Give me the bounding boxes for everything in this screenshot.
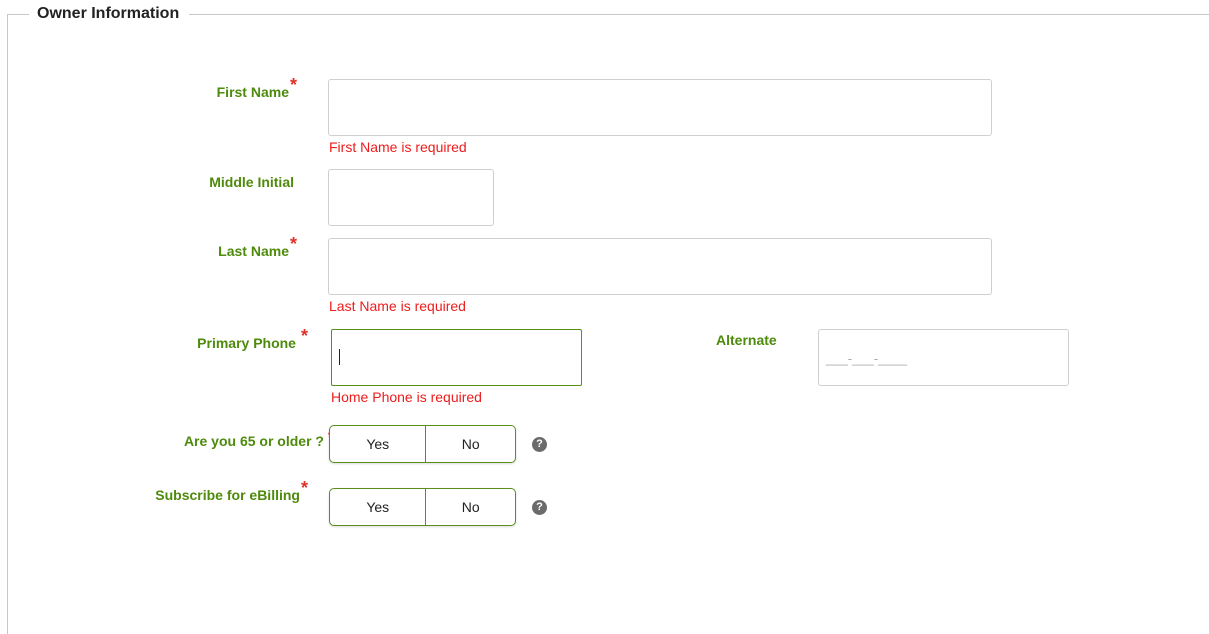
ebilling-toggle: Yes No [329, 488, 516, 526]
required-asterisk: * [300, 326, 308, 346]
ebilling-yes-option[interactable]: Yes [330, 489, 427, 525]
middle-initial-label-text: Middle Initial [209, 174, 294, 190]
age-65-yes-option[interactable]: Yes [330, 426, 427, 462]
ebilling-label-text: Subscribe for eBilling [155, 487, 300, 503]
middle-initial-label: Middle Initial [209, 174, 294, 190]
primary-phone-input[interactable] [331, 329, 582, 386]
question-circle-icon[interactable]: ? [532, 437, 547, 452]
alternate-phone-label: Alternate [716, 332, 777, 348]
age-65-label: Are you 65 or older ?* [183, 428, 335, 451]
primary-phone-label-text: Primary Phone [197, 335, 296, 351]
question-circle-icon[interactable]: ? [532, 500, 547, 515]
middle-initial-input[interactable] [328, 169, 494, 226]
required-asterisk: * [289, 75, 297, 95]
last-name-label: Last Name* [218, 234, 297, 261]
last-name-label-text: Last Name [218, 243, 289, 259]
first-name-input[interactable] [328, 79, 992, 136]
first-name-error: First Name is required [329, 139, 467, 155]
age-65-toggle: Yes No [329, 425, 516, 463]
first-name-label-text: First Name [216, 84, 289, 100]
primary-phone-label: Primary Phone * [197, 326, 308, 353]
ebilling-no-option[interactable]: No [426, 489, 515, 525]
first-name-label: First Name* [216, 75, 297, 102]
phone-mask-placeholder: ___-___-____ [826, 351, 907, 366]
text-caret [339, 349, 340, 365]
required-asterisk: * [289, 234, 297, 254]
required-asterisk: * [300, 478, 308, 498]
alternate-phone-input[interactable]: ___-___-____ [818, 329, 1069, 386]
age-65-label-text: Are you 65 or older ? [183, 433, 324, 449]
alternate-phone-label-text: Alternate [716, 332, 777, 348]
last-name-error: Last Name is required [329, 298, 466, 314]
section-legend: Owner Information [29, 4, 190, 24]
age-65-no-option[interactable]: No [426, 426, 515, 462]
last-name-input[interactable] [328, 238, 992, 295]
primary-phone-error: Home Phone is required [331, 389, 482, 405]
ebilling-label: Subscribe for eBilling* [155, 478, 308, 505]
